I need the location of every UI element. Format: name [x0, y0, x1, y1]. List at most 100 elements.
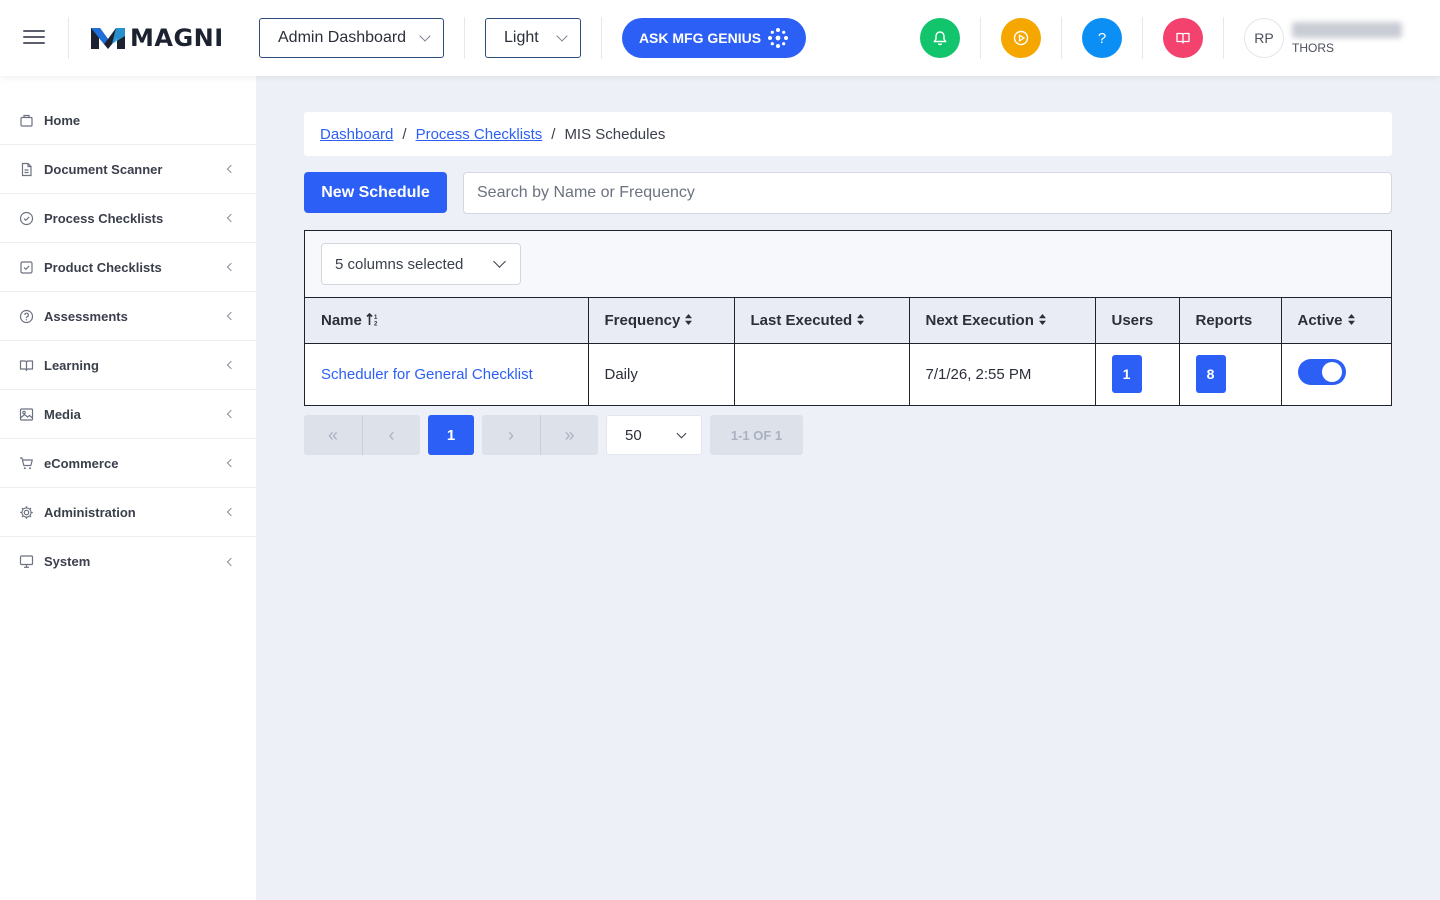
page-size-value: 50 [625, 426, 642, 444]
chevron-left-icon [226, 262, 236, 272]
logo[interactable]: MAGNI [90, 24, 224, 52]
columns-select-value: 5 columns selected [335, 255, 464, 273]
chevron-left-icon [226, 409, 236, 419]
column-header-active[interactable]: Active [1281, 298, 1391, 344]
image-icon [18, 406, 34, 422]
reports-count-button[interactable]: 8 [1195, 355, 1226, 394]
question-circle-icon [18, 308, 34, 324]
column-header-label: Active [1297, 311, 1343, 329]
last-page-button[interactable]: » [540, 415, 598, 455]
cell-active [1281, 343, 1391, 405]
chevron-left-icon [226, 557, 236, 566]
columns-select[interactable]: 5 columns selected [321, 243, 521, 285]
previous-page-button[interactable]: ‹ [362, 415, 420, 455]
documentation-button[interactable] [1163, 18, 1203, 58]
dashboard-select-value: Admin Dashboard [278, 29, 407, 46]
svg-text:2: 2 [374, 321, 378, 326]
notifications-button[interactable] [920, 18, 960, 58]
sort-ascending-icon: 12 [366, 312, 380, 329]
sort-icon [1347, 313, 1356, 329]
active-toggle[interactable] [1297, 359, 1346, 386]
column-header-last-executed[interactable]: Last Executed [734, 298, 910, 344]
theme-select-value: Light [504, 29, 539, 46]
ask-mfg-genius-button[interactable]: ASK MFG GENIUS [622, 18, 806, 58]
user-org: THORS [1292, 41, 1334, 55]
sidebar-item-administration[interactable]: Administration [0, 488, 256, 537]
check-square-icon [18, 259, 34, 275]
sidebar-item-system[interactable]: System [0, 537, 256, 586]
column-header-label: Last Executed [750, 311, 853, 329]
sidebar-item-media[interactable]: Media [0, 390, 256, 439]
sidebar-item-assessments[interactable]: Assessments [0, 292, 256, 341]
column-header-name[interactable]: Name 1 2 [305, 298, 589, 344]
theme-select[interactable]: Light [485, 18, 581, 58]
chevron-left-icon [226, 458, 236, 468]
monitor-icon [18, 554, 34, 570]
chevron-left-icon [226, 164, 236, 174]
document-icon [18, 161, 34, 177]
sidebar-item-process-checklists[interactable]: Process Checklists [0, 194, 256, 243]
open-book-icon [1176, 32, 1190, 44]
divider [980, 17, 981, 59]
first-page-button[interactable]: « [304, 415, 362, 455]
sidebar-item-label: Document Scanner [44, 161, 163, 177]
gear-icon [18, 504, 34, 520]
chevron-left-icon [226, 507, 236, 517]
chevron-right-icon: › [508, 424, 514, 445]
breadcrumb-separator: / [551, 125, 556, 143]
sidebar: Home Document Scanner Process Checklists… [0, 76, 256, 900]
divider [464, 17, 465, 59]
double-chevron-left-icon: « [327, 424, 338, 445]
logo-text: MAGNI [130, 24, 224, 52]
breadcrumb-dashboard-link[interactable]: Dashboard [320, 126, 393, 143]
chevron-down-icon [419, 30, 431, 42]
chevron-down-icon [493, 255, 506, 268]
schedule-name-link[interactable]: Scheduler for General Checklist [321, 366, 533, 383]
sort-icon [684, 313, 693, 329]
bell-icon [933, 31, 947, 46]
avatar[interactable]: RP [1244, 18, 1284, 58]
chevron-left-icon [226, 213, 236, 223]
column-header-label: Name [321, 311, 362, 329]
column-header-next-execution[interactable]: Next Execution [909, 298, 1096, 344]
column-header-frequency[interactable]: Frequency [588, 298, 735, 344]
sidebar-item-home[interactable]: Home [0, 96, 256, 145]
sidebar-item-learning[interactable]: Learning [0, 341, 256, 390]
sparkle-icon [768, 28, 789, 48]
sidebar-item-label: Learning [44, 357, 99, 373]
sidebar-item-label: Assessments [44, 308, 128, 324]
sidebar-item-label: Home [44, 112, 81, 128]
avatar-initials: RP [1254, 30, 1274, 46]
ask-button-label: ASK MFG GENIUS [638, 30, 762, 46]
home-icon [18, 112, 34, 128]
chevron-left-icon [226, 360, 236, 370]
question-mark-icon: ? [1097, 29, 1107, 47]
chevron-down-icon [676, 428, 687, 438]
divider [68, 17, 69, 59]
chevron-left-icon [226, 311, 236, 321]
cell-next-execution: 7/1/26, 2:55 PM [909, 343, 1096, 405]
page-size-select[interactable]: 50 [606, 415, 702, 455]
sidebar-item-label: System [44, 554, 91, 569]
help-button[interactable]: ? [1082, 18, 1122, 58]
current-page-button[interactable]: 1 [428, 415, 474, 455]
table-toolbar: 5 columns selected [305, 231, 1391, 298]
user-name-redacted [1292, 22, 1402, 38]
search-input[interactable] [463, 172, 1392, 214]
sidebar-item-product-checklists[interactable]: Product Checklists [0, 243, 256, 292]
dashboard-select[interactable]: Admin Dashboard [259, 18, 444, 58]
new-schedule-button[interactable]: New Schedule [304, 172, 447, 213]
cell-reports: 8 [1179, 343, 1282, 405]
check-circle-icon [18, 210, 34, 226]
column-header-label: Frequency [604, 311, 681, 329]
sidebar-item-document-scanner[interactable]: Document Scanner [0, 145, 256, 194]
column-header-label: Reports [1195, 311, 1253, 329]
breadcrumb: Dashboard / Process Checklists / MIS Sch… [304, 112, 1392, 156]
sidebar-item-ecommerce[interactable]: eCommerce [0, 439, 256, 488]
breadcrumb-process-checklists-link[interactable]: Process Checklists [416, 126, 543, 143]
divider [1061, 17, 1062, 59]
users-count-button[interactable]: 1 [1111, 355, 1142, 394]
menu-toggle-icon[interactable] [23, 30, 45, 46]
next-page-button[interactable]: › [482, 415, 540, 455]
video-tutorial-button[interactable] [1001, 18, 1041, 58]
